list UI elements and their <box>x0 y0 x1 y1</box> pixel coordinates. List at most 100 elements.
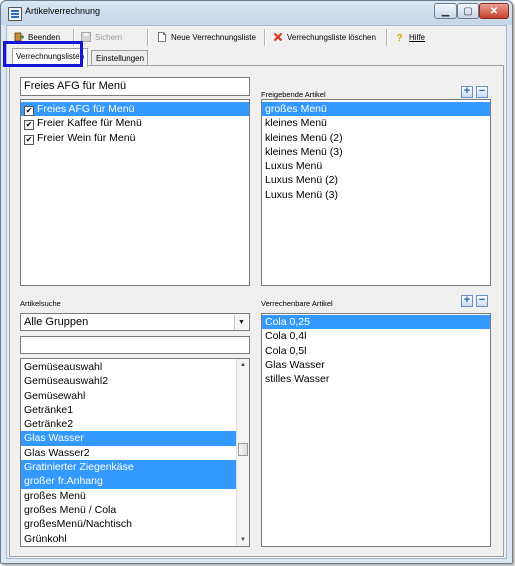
artikelsuche-list: Gemüseauswahl Gemüseauswahl2 Gemüsewahl Get… <box>20 358 250 547</box>
freigebende-label: Freigebende Artikel <box>261 90 326 99</box>
freigebende-list: großes Menü kleines Menü kleines Menü (2) k… <box>261 99 491 286</box>
plus-icon: + <box>463 294 471 306</box>
verrechnungsliste-item[interactable]: ✔ Freier Kaffee für Menü <box>21 116 249 131</box>
remove-freigebende-button[interactable]: − <box>476 86 488 98</box>
search-input[interactable] <box>20 336 250 354</box>
artikel-item[interactable]: Gemüseauswahl2 <box>21 374 238 388</box>
verrechenbar-item[interactable]: Cola 0,5l <box>262 344 490 358</box>
beenden-button[interactable]: Beenden <box>14 29 60 46</box>
liste-loeschen-label: Verrechungsliste löschen <box>287 33 376 42</box>
minimize-button[interactable]: ▁ <box>434 3 457 19</box>
hilfe-label: Hilfe <box>409 33 426 42</box>
artikel-item[interactable]: großes Menü <box>21 489 238 503</box>
artikelsuche-scrollbar[interactable]: ▲ ▼ <box>236 359 249 546</box>
artikel-item[interactable]: Getränke1 <box>21 403 238 417</box>
artikel-item-label: Glas Wasser <box>24 432 84 445</box>
group-dropdown[interactable]: Alle Gruppen ▼ <box>20 313 250 331</box>
artikel-item[interactable]: Gratinierter Ziegenkäse <box>21 460 238 475</box>
minus-icon: − <box>478 294 486 306</box>
scroll-down-arrow-icon[interactable]: ▼ <box>237 534 249 546</box>
artikel-item[interactable]: großesMenü/Nachtisch <box>21 517 238 531</box>
verrechenbar-item-label: Cola 0,5l <box>265 344 307 357</box>
freigebende-item[interactable]: großes Menü <box>262 102 490 117</box>
tab-verrechnungslisten[interactable]: Verrechnungslisten <box>12 48 89 67</box>
exit-door-icon <box>14 32 24 42</box>
artikel-item-label: Getränke1 <box>24 403 74 416</box>
tab-einstellungen[interactable]: Einstellungen <box>91 50 149 66</box>
freigebende-item[interactable]: Luxus Menü (2) <box>262 173 490 187</box>
remove-verrechenbare-button[interactable]: − <box>476 295 488 307</box>
save-disk-icon <box>81 32 91 42</box>
scroll-up-arrow-icon[interactable]: ▲ <box>237 359 249 371</box>
artikel-item-label: Glas Wasser2 <box>24 446 90 459</box>
freigebende-item[interactable]: kleines Menü (3) <box>262 145 490 159</box>
artikel-item[interactable]: Gemüseauswahl <box>21 360 238 374</box>
new-document-icon <box>158 32 166 42</box>
toolbar: Beenden Sichern Neue Verrechnungsliste V… <box>7 26 506 48</box>
liste-loeschen-button[interactable]: Verrechungsliste löschen <box>273 29 376 46</box>
artikel-item-label: großesMenü/Nachtisch <box>24 518 132 531</box>
artikel-item[interactable]: Gemüsewahl <box>21 389 238 403</box>
artikel-item-label: Gratinierter Ziegenkäse <box>24 461 134 474</box>
artikel-item[interactable]: großer fr.Anhang <box>21 474 238 489</box>
verrechenbar-item[interactable]: stilles Wasser <box>262 372 490 386</box>
title-bar[interactable]: Artikelverrechnung ▁ ▢ ✕ <box>1 1 512 25</box>
artikel-item[interactable]: Glas Wasser <box>21 431 238 446</box>
verrechenbar-item[interactable]: Cola 0,4l <box>262 329 490 343</box>
verrechnungsliste-item-label: Freier Wein für Menü <box>37 131 136 144</box>
close-button[interactable]: ✕ <box>479 3 509 19</box>
verrechenbar-item[interactable]: Glas Wasser <box>262 358 490 372</box>
freigebende-item-label: kleines Menü (3) <box>265 145 343 158</box>
freigebende-item-label: Luxus Menü (2) <box>265 174 338 187</box>
sichern-button[interactable]: Sichern <box>81 29 122 46</box>
verrechnungsliste-item-label: Freier Kaffee für Menü <box>37 117 142 130</box>
freigebende-item[interactable]: kleines Menü (2) <box>262 131 490 145</box>
artikel-item-label: Gemüseauswahl2 <box>24 375 109 388</box>
artikel-item[interactable]: Glas Wasser2 <box>21 446 238 460</box>
neue-verrechnungsliste-button[interactable]: Neue Verrechnungsliste <box>157 29 256 46</box>
artikel-item-label: Getränke2 <box>24 418 74 431</box>
scroll-thumb[interactable] <box>238 443 248 456</box>
checkbox[interactable]: ✔ <box>24 106 34 116</box>
freigebende-item-label: Luxus Menü (3) <box>265 188 338 201</box>
freigebende-item-label: kleines Menü <box>265 117 327 130</box>
freigebende-item[interactable]: Luxus Menü (3) <box>262 188 490 202</box>
artikel-item[interactable]: Getränke2 <box>21 417 238 431</box>
verrechenbar-item-label: Cola 0,25 <box>265 316 310 328</box>
verrechenbar-item-label: Cola 0,4l <box>265 330 307 343</box>
maximize-button[interactable]: ▢ <box>457 3 479 19</box>
checkbox[interactable]: ✔ <box>24 120 34 131</box>
freigebende-item-label: großes Menü <box>265 103 327 115</box>
tab-strip: Verrechnungslisten Einstellungen <box>9 48 504 67</box>
plus-icon: + <box>463 85 471 97</box>
delete-x-icon <box>273 32 283 42</box>
hilfe-button[interactable]: ? Hilfe <box>395 29 426 46</box>
artikel-item-label: großes Menü <box>24 489 86 502</box>
add-verrechenbare-button[interactable]: + <box>461 295 473 307</box>
artikel-item-label: großer fr.Anhang <box>24 475 103 488</box>
freigebende-item[interactable]: Luxus Menü <box>262 159 490 173</box>
toolbar-separator <box>386 29 388 46</box>
window-title: Artikelverrechnung <box>25 6 101 16</box>
freigebende-item[interactable]: kleines Menü <box>262 116 490 130</box>
verrechenbar-item[interactable]: Cola 0,25 <box>262 315 490 330</box>
artikel-item-label: Grünkohl <box>24 532 67 545</box>
app-icon <box>8 7 22 21</box>
verrechnungsliste-item-label: Freies AFG für Menü <box>37 103 135 115</box>
artikel-item[interactable]: Grünkohl <box>21 532 238 546</box>
list-name-field[interactable]: Freies AFG für Menü <box>20 77 250 96</box>
artikelsuche-label: Artikelsuche <box>20 299 61 308</box>
verrechnungsliste-item[interactable]: ✔ Freies AFG für Menü <box>21 102 249 117</box>
add-freigebende-button[interactable]: + <box>461 86 473 98</box>
verrechenbar-item-label: Glas Wasser <box>265 358 325 371</box>
artikel-item[interactable]: großes Menü / Cola <box>21 503 238 517</box>
verrechenbar-item-label: stilles Wasser <box>265 373 330 386</box>
neue-liste-label: Neue Verrechnungsliste <box>171 33 256 42</box>
verrechnungsliste-item[interactable]: ✔ Freier Wein für Menü <box>21 131 249 145</box>
app-window: Artikelverrechnung ▁ ▢ ✕ Beenden Sichern… <box>0 0 513 564</box>
group-dropdown-value: Alle Gruppen <box>24 316 89 328</box>
chevron-down-icon[interactable]: ▼ <box>234 315 248 330</box>
beenden-label: Beenden <box>28 33 61 42</box>
freigebende-item-label: Luxus Menü <box>265 160 323 173</box>
checkbox[interactable]: ✔ <box>24 134 34 145</box>
